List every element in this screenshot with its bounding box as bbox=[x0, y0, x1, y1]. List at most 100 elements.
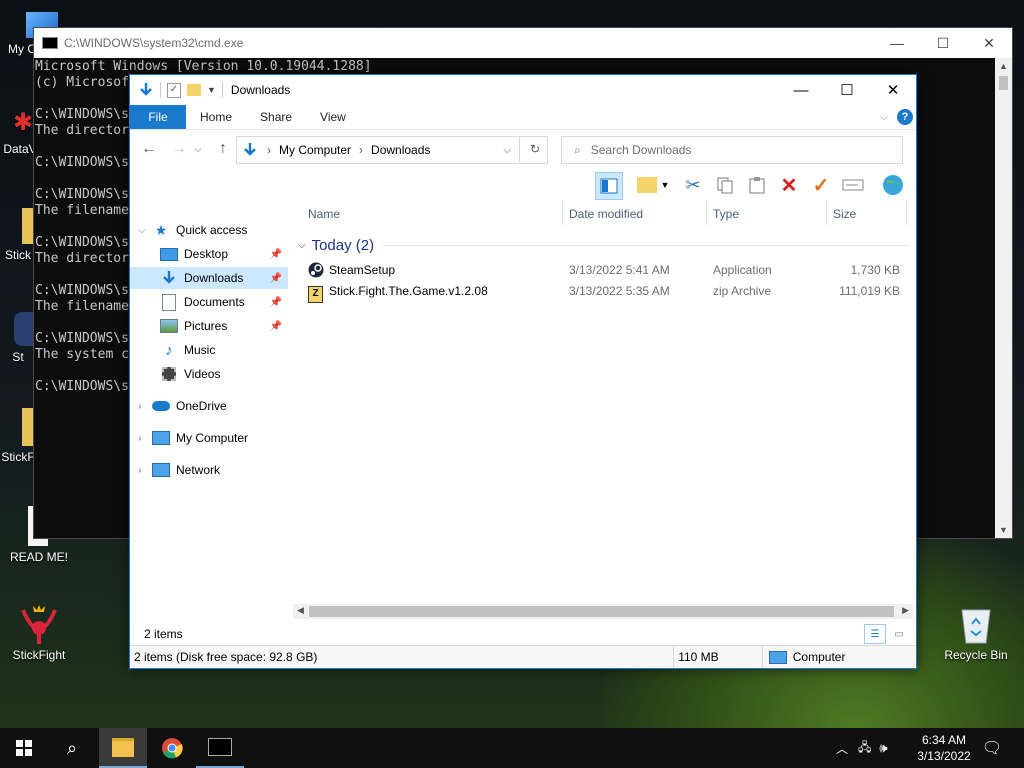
details-view-button[interactable]: ☰ bbox=[864, 624, 886, 644]
copy-icon bbox=[717, 177, 733, 194]
customize-dropdown-icon[interactable]: ▼ bbox=[207, 85, 216, 95]
chevron-down-icon[interactable]: ⌵ bbox=[138, 225, 146, 236]
scroll-right-icon[interactable]: ▶ bbox=[902, 605, 909, 616]
sidebar-item-desktop[interactable]: Desktop 📌 bbox=[130, 243, 288, 265]
file-row[interactable]: Z Stick.Fight.The.Game.v1.2.08 3/13/2022 5… bbox=[298, 281, 908, 303]
stickfight-icon bbox=[17, 604, 61, 644]
show-hidden-icons-icon[interactable]: ︿ bbox=[836, 740, 848, 757]
stickfight-desktop-icon[interactable]: StickFight bbox=[8, 604, 70, 662]
pin-icon[interactable]: 📌 bbox=[270, 273, 282, 284]
sidebar-item-quick-access[interactable]: ⌵ ★ Quick access bbox=[130, 219, 288, 241]
tab-file[interactable]: File bbox=[130, 105, 186, 129]
status-bar: 2 items ☰ ▭ bbox=[130, 623, 916, 645]
cmd-taskbar-button[interactable] bbox=[196, 728, 244, 768]
tab-home[interactable]: Home bbox=[186, 105, 246, 129]
cmd-scrollbar[interactable]: ▲ ▼ bbox=[995, 58, 1012, 538]
up-button[interactable]: ↑ bbox=[210, 140, 236, 158]
breadcrumb-my-computer[interactable]: My Computer bbox=[279, 143, 351, 157]
column-size[interactable]: Size bbox=[833, 207, 856, 221]
network-icon[interactable]: 🖧 bbox=[858, 738, 871, 759]
expand-ribbon-icon[interactable]: ⌵ bbox=[874, 105, 894, 129]
recent-locations-dropdown-icon[interactable]: ⌵ bbox=[192, 144, 204, 155]
copy-button[interactable] bbox=[712, 172, 738, 198]
pin-icon[interactable]: 📌 bbox=[270, 321, 282, 332]
sidebar-item-videos[interactable]: Videos bbox=[130, 363, 288, 385]
scroll-up-icon[interactable]: ▲ bbox=[995, 58, 1012, 74]
search-button[interactable]: ⌕ bbox=[48, 728, 96, 768]
sidebar-item-network[interactable]: › Network bbox=[130, 459, 288, 481]
close-button[interactable]: ✕ bbox=[870, 81, 916, 99]
search-input[interactable]: ⌕ Search Downloads bbox=[561, 136, 903, 164]
scrollbar-thumb[interactable] bbox=[999, 76, 1008, 90]
recycle-bin-desktop-icon[interactable]: Recycle Bin bbox=[942, 604, 1010, 662]
cut-button[interactable]: ✂ bbox=[680, 172, 706, 198]
maximize-button[interactable]: ☐ bbox=[920, 35, 966, 52]
pin-icon[interactable]: 📌 bbox=[270, 297, 282, 308]
rename-button[interactable] bbox=[840, 172, 866, 198]
sidebar-item-downloads[interactable]: Downloads 📌 bbox=[130, 267, 288, 289]
file-explorer-taskbar-button[interactable] bbox=[99, 728, 147, 768]
details-status-bar: 2 items (Disk free space: 92.8 GB) 110 M… bbox=[130, 645, 916, 668]
breadcrumb-chevron-icon[interactable]: › bbox=[267, 143, 271, 157]
refresh-button[interactable]: ↻ bbox=[519, 136, 550, 162]
minimize-button[interactable]: — bbox=[874, 35, 920, 51]
column-date-modified[interactable]: Date modified bbox=[569, 207, 643, 221]
sidebar-item-music[interactable]: ♪ Music bbox=[130, 339, 288, 361]
breadcrumb-chevron-icon[interactable]: › bbox=[359, 143, 363, 157]
sidebar-item-onedrive[interactable]: › OneDrive bbox=[130, 395, 288, 417]
address-bar[interactable]: › My Computer › Downloads ⌵ bbox=[236, 136, 548, 164]
stickf-folder-desktop-icon[interactable]: StickF bbox=[0, 408, 36, 464]
music-icon: ♪ bbox=[165, 341, 173, 359]
forward-button[interactable]: → bbox=[166, 140, 192, 158]
stick-folder-desktop-icon[interactable]: Stick bbox=[0, 208, 36, 262]
new-folder-tool-button[interactable] bbox=[634, 172, 660, 198]
scroll-down-icon[interactable]: ▼ bbox=[995, 522, 1012, 538]
notifications-button[interactable]: 🗨 bbox=[968, 728, 1016, 768]
pin-icon[interactable]: 📌 bbox=[270, 249, 282, 260]
chrome-taskbar-button[interactable] bbox=[148, 728, 196, 768]
close-button[interactable]: ✕ bbox=[966, 35, 1012, 52]
cmd-titlebar[interactable]: C:\WINDOWS\system32\cmd.exe — ☐ ✕ bbox=[34, 28, 1012, 58]
horizontal-scrollbar[interactable]: ◀ ▶ bbox=[293, 604, 913, 619]
column-type[interactable]: Type bbox=[713, 207, 739, 221]
videos-icon bbox=[160, 366, 178, 382]
folder-options-dropdown-icon[interactable]: ▼ bbox=[658, 172, 672, 198]
column-name[interactable]: Name bbox=[308, 207, 340, 221]
download-arrow-icon bbox=[160, 270, 178, 286]
scroll-left-icon[interactable]: ◀ bbox=[297, 605, 304, 616]
explorer-titlebar[interactable]: ✓ ▼ Downloads — ☐ ✕ bbox=[130, 75, 916, 105]
sidebar-item-my-computer[interactable]: › My Computer bbox=[130, 427, 288, 449]
address-dropdown-icon[interactable]: ⌵ bbox=[503, 145, 511, 156]
chrome-icon bbox=[162, 738, 183, 759]
start-button[interactable] bbox=[0, 728, 48, 768]
collapse-chevron-icon: ⌵ bbox=[298, 240, 306, 251]
properties-button[interactable]: ✓ bbox=[808, 172, 834, 198]
back-button[interactable]: ← bbox=[136, 140, 162, 158]
help-button[interactable]: ? bbox=[894, 105, 916, 129]
volume-icon[interactable]: 🕪 bbox=[879, 740, 887, 756]
sidebar-item-pictures[interactable]: Pictures 📌 bbox=[130, 315, 288, 337]
tab-view[interactable]: View bbox=[306, 105, 360, 129]
search-placeholder: Search Downloads bbox=[590, 143, 692, 157]
maximize-button[interactable]: ☐ bbox=[824, 81, 870, 99]
new-folder-icon[interactable] bbox=[187, 84, 201, 96]
chevron-right-icon[interactable]: › bbox=[138, 465, 141, 476]
delete-button[interactable]: ✕ bbox=[776, 172, 802, 198]
chevron-right-icon[interactable]: › bbox=[138, 433, 141, 444]
chevron-right-icon[interactable]: › bbox=[138, 401, 141, 412]
sidebar-item-documents[interactable]: Documents 📌 bbox=[130, 291, 288, 313]
scrollbar-thumb[interactable] bbox=[309, 606, 894, 617]
web-button[interactable] bbox=[880, 172, 906, 198]
minimize-button[interactable]: — bbox=[778, 82, 824, 99]
properties-icon[interactable]: ✓ bbox=[167, 82, 181, 98]
sidebar-item-label: Pictures bbox=[184, 319, 228, 333]
file-explorer-window[interactable]: ✓ ▼ Downloads — ☐ ✕ File Home Share View… bbox=[129, 74, 917, 669]
paste-button[interactable] bbox=[744, 172, 770, 198]
large-icons-view-button[interactable]: ▭ bbox=[888, 624, 910, 644]
group-header-today[interactable]: ⌵ Today (2) bbox=[298, 237, 374, 254]
st-shortcut-desktop-icon[interactable]: St bbox=[0, 312, 36, 364]
preview-pane-button[interactable] bbox=[595, 172, 623, 200]
breadcrumb-downloads[interactable]: Downloads bbox=[371, 143, 430, 157]
tab-share[interactable]: Share bbox=[246, 105, 306, 129]
file-row[interactable]: SteamSetup 3/13/2022 5:41 AM Application 1,… bbox=[298, 260, 908, 281]
